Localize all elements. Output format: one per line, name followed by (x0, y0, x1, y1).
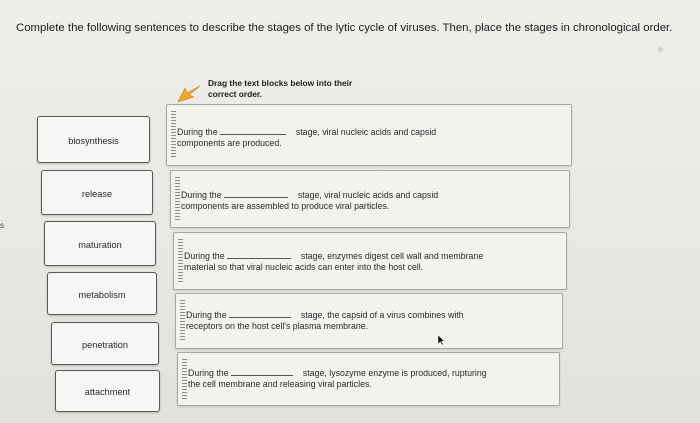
sentence-text: During the stage, viral nucleic acids an… (177, 127, 437, 148)
sentence-text: During the stage, lysozyme enzyme is pro… (188, 368, 487, 389)
drag-grip-icon[interactable] (171, 111, 176, 159)
answer-blank (227, 251, 292, 259)
answer-blank (231, 368, 294, 376)
answer-blank (224, 190, 289, 198)
drag-grip-icon[interactable] (180, 300, 185, 342)
word-tile-label: penetration (82, 340, 128, 350)
drag-hint-text: Drag the text blocks below into their co… (208, 78, 388, 100)
sentence-text: During the stage, enzymes digest cell wa… (184, 251, 484, 272)
sentence-block-5[interactable]: During the stage, lysozyme enzyme is pro… (177, 352, 560, 406)
word-tile-maturation[interactable]: maturation (44, 221, 156, 266)
instructions-text: Complete the following sentences to desc… (16, 22, 673, 34)
decorative-dot (658, 47, 663, 52)
word-tile-release[interactable]: release (41, 170, 153, 215)
sentence-text: During the stage, the capsid of a virus … (186, 310, 464, 331)
drag-hint-line2: correct order. (208, 89, 262, 99)
answer-blank (220, 127, 287, 135)
word-tile-label: biosynthesis (68, 136, 119, 146)
word-tile-attachment[interactable]: attachment (55, 370, 160, 412)
word-tile-label: metabolism (78, 290, 126, 300)
sentence-text: During the stage, viral nucleic acids an… (181, 190, 439, 211)
drag-grip-icon[interactable] (178, 239, 183, 283)
word-tile-label: attachment (84, 387, 131, 397)
word-tile-label: release (81, 189, 113, 199)
word-tile-metabolism[interactable]: metabolism (47, 272, 157, 315)
sentence-block-4[interactable]: During the stage, the capsid of a virus … (175, 293, 563, 349)
drag-hint-line1: Drag the text blocks below into their (208, 78, 353, 88)
arrow-pointer-icon (177, 85, 201, 103)
word-tile-biosynthesis[interactable]: biosynthesis (37, 116, 150, 163)
sentence-block-1[interactable]: During the stage, viral nucleic acids an… (166, 104, 572, 166)
sentence-block-3[interactable]: During the stage, enzymes digest cell wa… (173, 232, 567, 290)
edge-mark: s (0, 221, 4, 230)
answer-blank (229, 310, 292, 318)
drag-grip-icon[interactable] (175, 177, 180, 221)
word-tile-label: maturation (78, 240, 122, 250)
assignment-page: Complete the following sentences to desc… (0, 0, 700, 423)
mouse-cursor-icon (437, 334, 445, 346)
sentence-block-2[interactable]: During the stage, viral nucleic acids an… (170, 170, 570, 228)
word-tile-penetration[interactable]: penetration (51, 322, 159, 365)
drag-grip-icon[interactable] (182, 359, 187, 399)
